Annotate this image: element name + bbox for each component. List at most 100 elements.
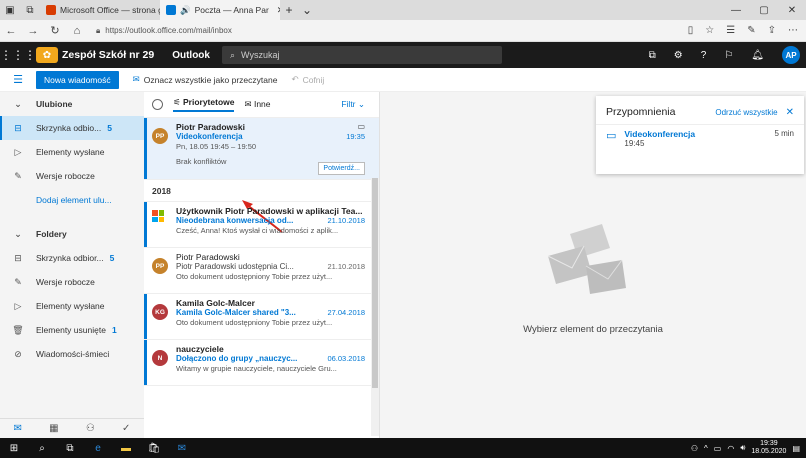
module-switcher: ✉ ▦ ⚇ ✓ — [0, 418, 144, 438]
lock-icon: 🔒︎ — [96, 25, 101, 35]
mail-app-icon[interactable]: ✉ — [168, 443, 196, 454]
search-icon[interactable]: ⌕ — [28, 443, 56, 454]
tab-actions-icon[interactable]: ▣ — [0, 0, 20, 20]
clock[interactable]: 19:39 18.05.2020 — [751, 440, 786, 455]
message-preview: Cześć, Anna! Ktoś wysłał ci wiadomości z… — [176, 226, 339, 235]
store-icon[interactable]: 🛍︎ — [140, 443, 168, 454]
share-icon[interactable]: ⇪ — [768, 25, 776, 36]
message-subject: Videokonferencja — [176, 132, 243, 141]
filter-button[interactable]: Filtr ⌄ — [341, 99, 365, 110]
browser-tab-office[interactable]: Microsoft Office — strona g — [40, 0, 160, 20]
browser-tab-mail[interactable]: 🔊 Poczta — Anna Par ✕ — [160, 0, 280, 20]
sidebar-item-drafts[interactable]: ✎ Wersje robocze — [0, 270, 144, 294]
favorites-list-icon[interactable]: ☰ — [726, 25, 735, 36]
help-icon[interactable]: ? — [701, 50, 707, 61]
settings-gear-icon[interactable]: ⚙ — [674, 50, 683, 61]
account-avatar[interactable]: AP — [782, 46, 800, 64]
calendar-icon[interactable]: ▦ — [49, 423, 58, 434]
message-sender: Piotr Paradowski — [176, 252, 240, 262]
sidebar-item-sent-favorite[interactable]: ▷ Elementy wysłane — [0, 140, 144, 164]
list-item-message-1[interactable]: PP Piotr Paradowski ▭ Videokonferencja 1… — [144, 118, 379, 180]
school-logo-icon: ✿ — [36, 47, 58, 63]
maximize-icon[interactable]: ▢ — [750, 0, 778, 20]
people-icon[interactable]: ⚇ — [86, 423, 95, 434]
audio-icon[interactable]: 🔊 — [180, 5, 191, 16]
favorite-star-icon[interactable]: ☆ — [705, 25, 714, 36]
app-launcher-icon[interactable]: ⋮⋮⋮ — [0, 48, 36, 62]
new-tab-icon[interactable]: + — [280, 0, 298, 20]
dismiss-all-button[interactable]: Odrzuć wszystkie — [715, 108, 777, 117]
windows-taskbar: ⊞ ⌕ ⧉ e ▬ 🛍︎ ✉ ⚇ ^ ▭ ◠ 🔊︎ 19:39 18.05.20… — [0, 438, 806, 458]
sidebar-item-inbox[interactable]: ⊟ Skrzynka odbior... 5 — [0, 246, 144, 270]
file-explorer-icon[interactable]: ▬ — [112, 443, 140, 454]
message-subject: Dołączono do grupy „nauczyc... — [176, 354, 298, 363]
list-item-message-5[interactable]: N nauczyciele Dołączono do grupy „nauczy… — [144, 340, 379, 386]
favorites-header[interactable]: ⌄ Ulubione — [0, 92, 144, 116]
tab-focused[interactable]: ⚟ Priorytetowe — [173, 97, 235, 112]
sidebar-item-deleted[interactable]: 🗑︎ Elementy usunięte 1 — [0, 318, 144, 342]
tab-list-chevron-icon[interactable]: ⌄ — [298, 0, 316, 20]
undo-button[interactable]: ↶ Cofnij — [291, 74, 324, 85]
close-icon[interactable]: ✕ — [786, 107, 794, 118]
home-icon[interactable]: ⌂ — [66, 25, 88, 37]
mail-icon[interactable]: ✉ — [14, 423, 22, 434]
command-bar: ☰ Nowa wiadomość ✉ Oznacz wszystkie jako… — [0, 68, 806, 92]
app-name[interactable]: Outlook — [172, 50, 210, 61]
folder-pane: ⌄ Ulubione ⊟ Skrzynka odbio... 5 ▷ Eleme… — [0, 92, 144, 438]
notifications-bell-icon[interactable]: 🔔︎ — [751, 50, 764, 61]
message-list-scrollbar[interactable] — [371, 178, 379, 436]
action-center-icon[interactable]: ▤ — [792, 444, 800, 453]
message-time: 19:35 — [346, 132, 365, 141]
feedback-icon[interactable]: ⚐ — [724, 50, 733, 61]
list-item-message-3[interactable]: PP Piotr Paradowski Piotr Paradowski udo… — [144, 248, 379, 294]
forward-icon[interactable]: → — [22, 25, 44, 37]
pen-icon[interactable]: ✎ — [747, 25, 755, 36]
volume-icon[interactable]: 🔊︎ — [740, 443, 745, 453]
calendar-icon: ▭ — [606, 130, 617, 142]
windows-start-icon[interactable]: ⊞ — [0, 443, 28, 454]
reminder-item[interactable]: ▭ Videokonferencja 19:45 5 min — [596, 124, 804, 152]
list-item-message-4[interactable]: KG Kamila Golc-Malcer Kamila Golc-Malcer… — [144, 294, 379, 340]
reading-view-icon[interactable]: ▯ — [688, 25, 694, 36]
sidebar-item-junk[interactable]: ⊘ Wiadomości-śmieci — [0, 342, 144, 366]
org-logo[interactable]: ✿ Zespół Szkół nr 29 — [36, 47, 154, 63]
tab-other[interactable]: ✉ Inne — [244, 99, 270, 110]
hamburger-menu-icon[interactable]: ☰ — [0, 73, 36, 86]
sidebar-item-drafts-favorite[interactable]: ✎ Wersje robocze — [0, 164, 144, 188]
new-message-button[interactable]: Nowa wiadomość — [36, 70, 119, 89]
back-icon[interactable]: ← — [0, 25, 22, 37]
battery-icon[interactable]: ▭ — [714, 444, 722, 453]
outlook-favicon-icon — [166, 5, 176, 15]
meeting-time: Pn, 18.05 19:45 – 19:50 — [176, 142, 257, 151]
select-all-checkbox[interactable] — [152, 99, 163, 110]
add-favorite-link[interactable]: Dodaj element ulu... — [0, 188, 144, 212]
sidebar-item-inbox-favorite[interactable]: ⊟ Skrzynka odbio... 5 — [0, 116, 144, 140]
sidebar-item-sent[interactable]: ▷ Elementy wysłane — [0, 294, 144, 318]
close-window-icon[interactable]: ✕ — [778, 0, 806, 20]
people-icon[interactable]: ⚇ — [691, 444, 698, 453]
refresh-icon[interactable]: ↻ — [44, 24, 66, 37]
minimize-icon[interactable]: — — [722, 0, 750, 20]
scrollbar-thumb[interactable] — [372, 178, 378, 388]
task-view-icon[interactable]: ⧉ — [56, 443, 84, 454]
add-favorite-label: Dodaj element ulu... — [36, 195, 112, 205]
avatar: PP — [152, 128, 168, 144]
tab-other-label: Inne — [253, 99, 271, 109]
more-icon[interactable]: ⋯ — [788, 25, 798, 36]
avatar: KG — [152, 304, 168, 320]
wifi-icon[interactable]: ◠ — [727, 444, 734, 453]
undo-icon: ↶ — [291, 74, 299, 84]
confirm-button[interactable]: Potwierdź... — [318, 162, 365, 175]
list-item-message-2[interactable]: Użytkownik Piotr Paradowski w aplikacji … — [144, 202, 379, 248]
url-field[interactable]: 🔒︎ https://outlook.office.com/mail/inbox — [88, 26, 688, 36]
set-aside-tabs-icon[interactable]: ⧉ — [20, 0, 40, 20]
tab-focused-label: Priorytetowe — [182, 97, 235, 107]
tray-chevron-up-icon[interactable]: ^ — [704, 444, 708, 453]
edge-browser-icon[interactable]: e — [84, 443, 112, 454]
folders-header[interactable]: ⌄ Foldery — [0, 222, 144, 246]
search-input[interactable]: ⌕ Wyszukaj — [221, 46, 502, 64]
skype-icon[interactable]: ⧉ — [649, 50, 656, 61]
tasks-check-icon[interactable]: ✓ — [122, 423, 130, 434]
mark-all-read-button[interactable]: ✉ Oznacz wszystkie jako przeczytane — [133, 74, 278, 85]
address-bar-actions: ▯ ☆ ☰ ✎ ⇪ ⋯ — [688, 25, 806, 36]
